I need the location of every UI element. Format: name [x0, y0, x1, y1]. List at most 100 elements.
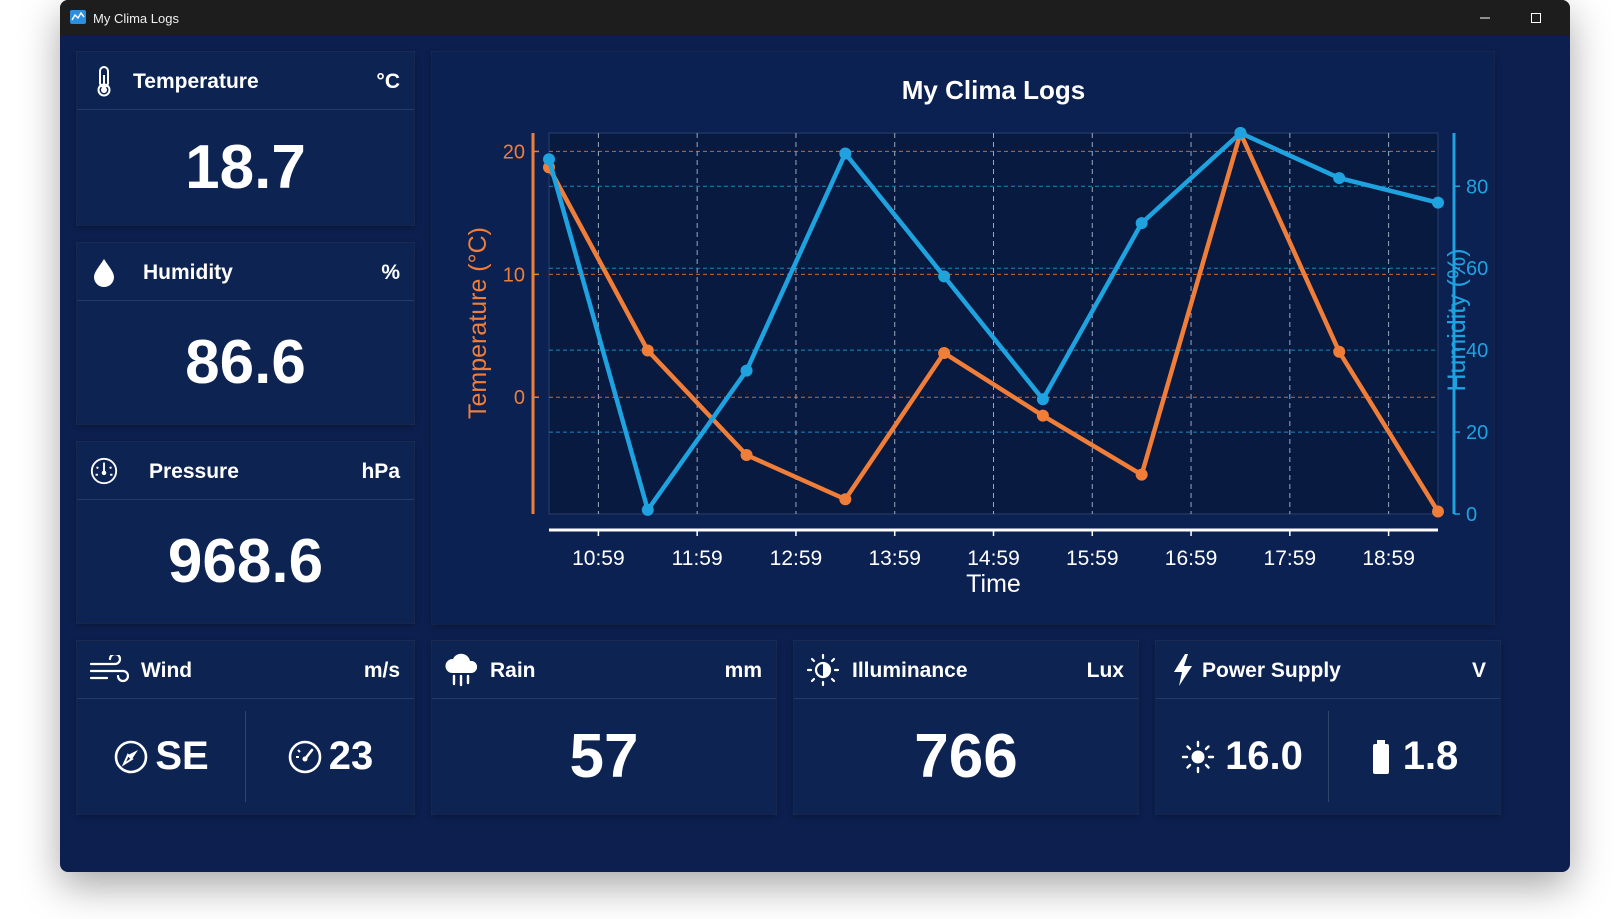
illuminance-value: 766 — [914, 722, 1018, 791]
pressure-card: Pressure hPa 968.6 — [77, 442, 414, 623]
wind-card-header: Wind m/s — [77, 641, 414, 699]
humidity-data-point — [839, 147, 852, 160]
temperature-unit: °C — [376, 70, 400, 93]
solar-voltage: 16.0 — [1225, 734, 1303, 778]
battery-icon — [1372, 739, 1389, 774]
temperature-value: 18.7 — [185, 133, 306, 202]
time-tick-label: 13:59 — [868, 547, 921, 570]
close-button[interactable] — [1564, 0, 1570, 36]
rain-unit: mm — [724, 659, 762, 682]
temperature-label: Temperature — [133, 70, 259, 93]
time-tick-label: 17:59 — [1264, 547, 1317, 570]
illuminance-card-header: Illuminance Lux — [794, 641, 1138, 699]
temperature-data-point — [839, 493, 852, 506]
rain-card: Rain mm 57 — [432, 641, 776, 814]
sun-icon — [1181, 740, 1215, 773]
humidity-card-header: Humidity % — [77, 243, 414, 301]
time-tick-label: 12:59 — [770, 547, 823, 570]
illuminance-card: Illuminance Lux 766 — [794, 641, 1138, 814]
temperature-data-point — [641, 344, 654, 357]
chart-title: My Clima Logs — [902, 75, 1085, 105]
rain-cloud-icon — [444, 653, 480, 687]
pressure-label: Pressure — [149, 460, 239, 483]
app-icon — [70, 10, 86, 24]
time-tick-label: 16:59 — [1165, 547, 1218, 570]
time-tick-label: 14:59 — [967, 547, 1020, 570]
app-window: My Clima Logs Temperature °C 18.7 Humidi… — [60, 0, 1570, 872]
humidity-axis-title: Humidity (%) — [1443, 248, 1471, 391]
humidity-tick-label: 0 — [1466, 504, 1477, 526]
minimize-icon — [1480, 17, 1490, 19]
humidity-data-point — [1036, 393, 1049, 406]
pressure-unit: hPa — [361, 460, 400, 483]
window-title: My Clima Logs — [93, 11, 179, 26]
illuminance-label: Illuminance — [852, 659, 968, 682]
wind-speed: 23 — [328, 734, 374, 778]
climate-chart: 2010080604020010:59 11:59 12:59 13:59 14:59 1… — [464, 75, 1488, 598]
time-tick-label: 10:59 — [572, 547, 625, 570]
time-tick-label: 11:59 — [672, 547, 723, 570]
temperature-data-point — [1333, 345, 1346, 358]
illuminance-unit: Lux — [1086, 659, 1124, 682]
temperature-data-point — [1432, 505, 1444, 518]
wind-speed-block: 23 — [246, 699, 414, 814]
solar-voltage-block: 16.0 — [1156, 699, 1328, 814]
illuminance-icon — [806, 653, 840, 687]
power-supply-card-header: Power Supply V — [1156, 641, 1500, 699]
humidity-data-point — [938, 270, 951, 283]
maximize-icon — [1531, 13, 1541, 23]
temperature-card-header: Temperature °C — [77, 52, 414, 110]
temperature-card: Temperature °C 18.7 — [77, 52, 414, 225]
humidity-data-point — [740, 364, 753, 377]
battery-voltage: 1.8 — [1402, 734, 1459, 778]
compass-icon — [115, 740, 148, 773]
humidity-data-point — [1333, 172, 1346, 185]
water-drop-icon — [89, 256, 119, 288]
humidity-value: 86.6 — [185, 328, 306, 397]
power-supply-label: Power Supply — [1202, 659, 1341, 682]
time-tick-label: 15:59 — [1066, 547, 1119, 570]
x-axis-title: Time — [966, 570, 1021, 598]
wind-card: Wind m/s SE 23 — [77, 641, 414, 814]
wind-direction: SE — [155, 734, 209, 778]
temperature-tick-label: 20 — [503, 141, 525, 163]
temperature-tick-label: 10 — [503, 264, 525, 286]
rain-value: 57 — [569, 722, 639, 791]
pressure-value: 968.6 — [167, 527, 324, 596]
humidity-label: Humidity — [143, 261, 233, 284]
lightning-icon — [1168, 654, 1198, 686]
power-supply-unit: V — [1471, 659, 1486, 682]
minimize-button[interactable] — [1462, 0, 1508, 36]
thermometer-icon — [89, 65, 119, 97]
humidity-data-point — [1234, 127, 1247, 139]
rain-card-header: Rain mm — [432, 641, 776, 699]
rain-label: Rain — [490, 659, 536, 682]
temperature-data-point — [1135, 468, 1148, 481]
wind-unit: m/s — [363, 659, 400, 682]
humidity-data-point — [641, 503, 654, 516]
humidity-data-point — [1135, 217, 1148, 230]
pressure-card-header: Pressure hPa — [77, 442, 414, 500]
humidity-data-point — [543, 153, 555, 166]
speedometer-icon — [288, 740, 322, 773]
wind-label: Wind — [141, 659, 193, 682]
time-tick-label: 18:59 — [1362, 547, 1415, 570]
wind-icon — [89, 654, 129, 686]
chart-panel: 20 10 0 80 60 40 20 0 10:59 11:59 12:59 13:59 14:59 1… — [432, 52, 1494, 624]
temperature-data-point — [1036, 409, 1049, 422]
temperature-data-point — [740, 449, 753, 462]
temperature-axis-title: Temperature (°C) — [464, 227, 492, 419]
power-supply-card: Power Supply V 16.0 1.8 — [1156, 641, 1500, 814]
maximize-button[interactable] — [1513, 0, 1559, 36]
humidity-data-point — [1432, 196, 1444, 209]
temperature-data-point — [938, 346, 951, 359]
humidity-card: Humidity % 86.6 — [77, 243, 414, 424]
humidity-tick-label: 20 — [1466, 422, 1488, 444]
gauge-icon — [89, 455, 119, 487]
humidity-unit: % — [381, 261, 400, 284]
title-bar: My Clima Logs — [60, 0, 1570, 36]
temperature-tick-label: 0 — [514, 387, 525, 409]
battery-voltage-block: 1.8 — [1329, 699, 1500, 814]
humidity-tick-label: 80 — [1466, 176, 1488, 198]
wind-direction-block: SE — [77, 699, 245, 814]
